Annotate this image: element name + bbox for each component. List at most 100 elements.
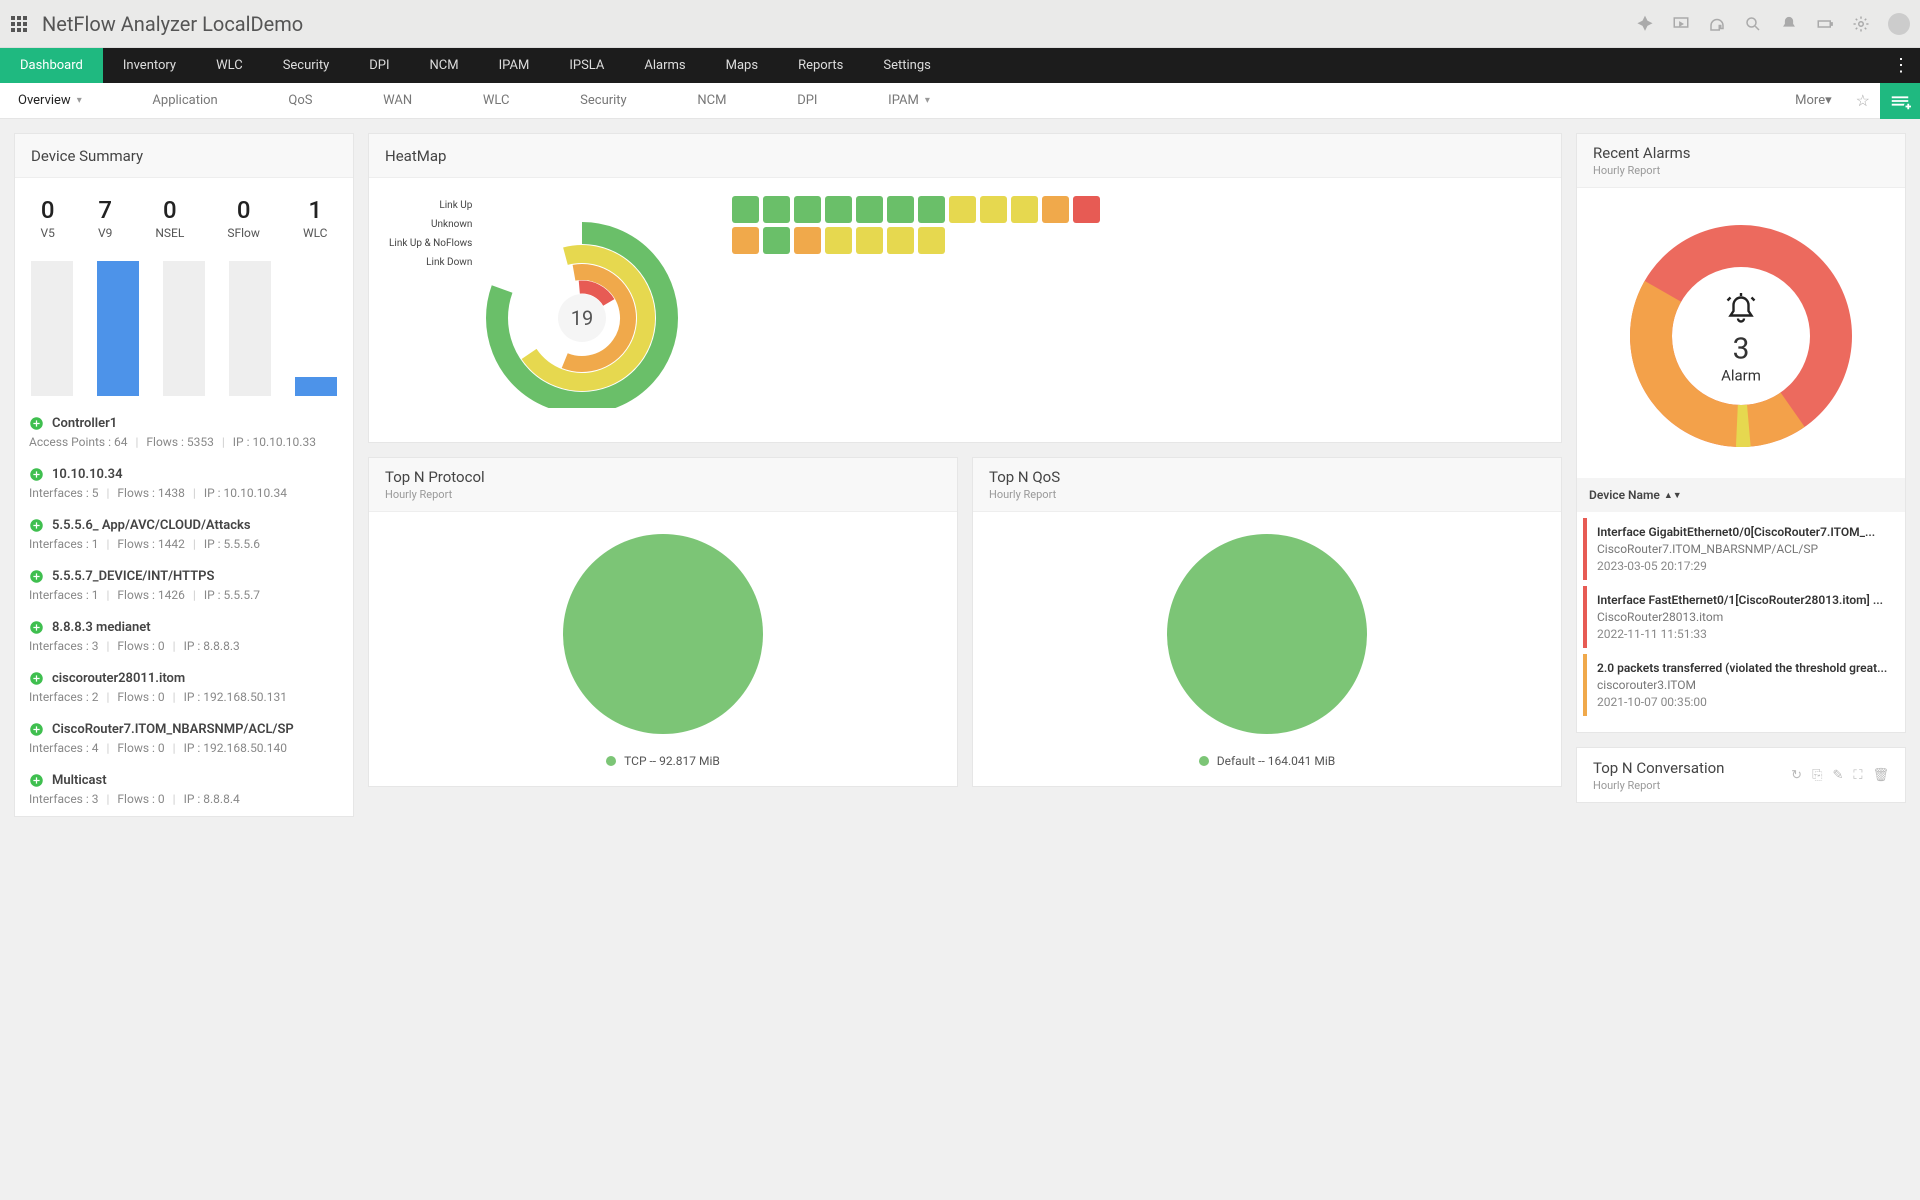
battery-icon[interactable] (1816, 15, 1834, 33)
heatmap-cell[interactable] (763, 196, 790, 223)
subnav-overview[interactable]: Overview▾ (8, 93, 92, 108)
device-summary-card: Device Summary 0V57V90NSEL0SFlow1WLC Con… (14, 133, 354, 817)
subnav-more[interactable]: More▾ (1781, 93, 1845, 108)
device-item[interactable]: MulticastInterfaces : 3|Flows : 0|IP : 8… (15, 765, 353, 816)
heatmap-cell[interactable] (949, 196, 976, 223)
headset-icon[interactable] (1708, 15, 1726, 33)
top-protocol-legend: TCP -- 92.817 MiB (606, 754, 720, 768)
alarm-item[interactable]: 2.0 packets transferred (violated the th… (1583, 654, 1899, 716)
subnav-wan[interactable]: WAN (373, 93, 422, 108)
device-item[interactable]: 8.8.8.3 medianetInterfaces : 3|Flows : 0… (15, 612, 353, 663)
recent-alarms-sub: Hourly Report (1593, 164, 1660, 177)
ds-bar-wlc (295, 377, 337, 396)
device-item[interactable]: Controller1Access Points : 64|Flows : 53… (15, 408, 353, 459)
favorite-icon[interactable]: ☆ (1846, 91, 1880, 110)
top-conversation-card: Top N Conversation Hourly Report ↻ ⎘ ✎ ⛶… (1576, 747, 1906, 803)
rocket-icon[interactable] (1636, 15, 1654, 33)
nav-tab-ipam[interactable]: IPAM (479, 48, 550, 83)
top-qos-pie (1167, 534, 1367, 734)
alarm-list-head[interactable]: Device Name▲▼ (1577, 478, 1905, 512)
more-menu-icon[interactable]: ⋮ (1882, 55, 1920, 76)
top-qos-title: Top N QoS (989, 468, 1060, 486)
heatmap-cell[interactable] (763, 227, 790, 254)
ds-bar-v9 (97, 261, 139, 396)
alarm-count: 3 (1720, 332, 1762, 367)
heatmap-cell[interactable] (918, 227, 945, 254)
app-title: NetFlow Analyzer LocalDemo (42, 12, 303, 36)
subnav-ncm[interactable]: NCM (687, 93, 736, 108)
nav-tab-security[interactable]: Security (263, 48, 350, 83)
nav-tab-dpi[interactable]: DPI (349, 48, 409, 83)
heatmap-cell[interactable] (825, 227, 852, 254)
avatar[interactable] (1888, 13, 1910, 35)
heatmap-cell[interactable] (887, 227, 914, 254)
edit-icon[interactable]: ✎ (1832, 768, 1843, 783)
nav-tab-alarms[interactable]: Alarms (624, 48, 705, 83)
apps-grid-icon[interactable] (10, 15, 28, 33)
ds-stat-nsel: 0NSEL (155, 196, 184, 240)
subnav-qos[interactable]: QoS (278, 93, 322, 108)
device-item[interactable]: ciscorouter28011.itomInterfaces : 2|Flow… (15, 663, 353, 714)
add-widget-button[interactable] (1880, 83, 1920, 119)
subnav-application[interactable]: Application (142, 93, 227, 108)
device-status-icon (29, 620, 44, 635)
nav-tab-inventory[interactable]: Inventory (103, 48, 196, 83)
nav-tab-wlc[interactable]: WLC (196, 48, 263, 83)
heatmap-cell[interactable] (980, 196, 1007, 223)
top-conv-sub: Hourly Report (1593, 779, 1724, 792)
subnav-ipam[interactable]: IPAM▾ (878, 93, 940, 108)
search-icon[interactable] (1744, 15, 1762, 33)
main-nav: DashboardInventoryWLCSecurityDPINCMIPAMI… (0, 48, 1920, 83)
nav-tab-reports[interactable]: Reports (778, 48, 863, 83)
heatmap-label: Link Down (389, 253, 472, 272)
ds-stat-sflow: 0SFlow (227, 196, 260, 240)
refresh-icon[interactable]: ↻ (1791, 768, 1802, 783)
heatmap-cell[interactable] (1011, 196, 1038, 223)
top-qos-card: Top N QoS Hourly Report Default -- 164.0… (972, 457, 1562, 787)
device-item[interactable]: 10.10.10.34Interfaces : 5|Flows : 1438|I… (15, 459, 353, 510)
ds-stat-wlc: 1WLC (303, 196, 328, 240)
heatmap-cell[interactable] (856, 196, 883, 223)
export-icon[interactable]: ⎘ (1812, 768, 1822, 783)
subnav-dpi[interactable]: DPI (787, 93, 827, 108)
nav-tab-ncm[interactable]: NCM (410, 48, 479, 83)
heatmap-cell[interactable] (918, 196, 945, 223)
bell-icon[interactable] (1780, 15, 1798, 33)
ds-bar-v5 (31, 261, 73, 396)
device-status-icon (29, 416, 44, 431)
topbar-right (1636, 13, 1910, 35)
heatmap-cell[interactable] (794, 227, 821, 254)
heatmap-label: Unknown (389, 215, 472, 234)
top-protocol-pie (563, 534, 763, 734)
delete-icon[interactable]: 🗑 (1872, 768, 1889, 783)
nav-tab-maps[interactable]: Maps (706, 48, 778, 83)
alarm-item[interactable]: Interface GigabitEthernet0/0[CiscoRouter… (1583, 518, 1899, 580)
device-item[interactable]: CiscoRouter7.ITOM_NBARSNMP/ACL/SPInterfa… (15, 714, 353, 765)
svg-text:19: 19 (571, 306, 593, 330)
heatmap-title: HeatMap (369, 134, 1561, 178)
heatmap-cell[interactable] (732, 196, 759, 223)
nav-tab-settings[interactable]: Settings (863, 48, 950, 83)
subnav-wlc[interactable]: WLC (473, 93, 520, 108)
heatmap-cell[interactable] (794, 196, 821, 223)
heatmap-cell[interactable] (887, 196, 914, 223)
heatmap-cell[interactable] (825, 196, 852, 223)
subnav-security[interactable]: Security (570, 93, 637, 108)
heatmap-cell[interactable] (856, 227, 883, 254)
ds-bar-nsel (163, 261, 205, 396)
expand-icon[interactable]: ⛶ (1853, 768, 1862, 783)
recent-alarms-card: Recent Alarms Hourly Report 3 Alarm (1576, 133, 1906, 733)
ds-stat-v5: 0V5 (41, 196, 55, 240)
recent-alarms-title: Recent Alarms (1593, 144, 1691, 162)
heatmap-cell[interactable] (1073, 196, 1100, 223)
gear-icon[interactable] (1852, 15, 1870, 33)
nav-tab-dashboard[interactable]: Dashboard (0, 48, 103, 83)
heatmap-cell[interactable] (1042, 196, 1069, 223)
device-item[interactable]: 5.5.5.7_DEVICE/INT/HTTPSInterfaces : 1|F… (15, 561, 353, 612)
top-conv-title: Top N Conversation (1593, 759, 1724, 777)
nav-tab-ipsla[interactable]: IPSLA (549, 48, 624, 83)
alarm-item[interactable]: Interface FastEthernet0/1[CiscoRouter280… (1583, 586, 1899, 648)
heatmap-cell[interactable] (732, 227, 759, 254)
device-item[interactable]: 5.5.5.6_ App/AVC/CLOUD/AttacksInterfaces… (15, 510, 353, 561)
presentation-icon[interactable] (1672, 15, 1690, 33)
